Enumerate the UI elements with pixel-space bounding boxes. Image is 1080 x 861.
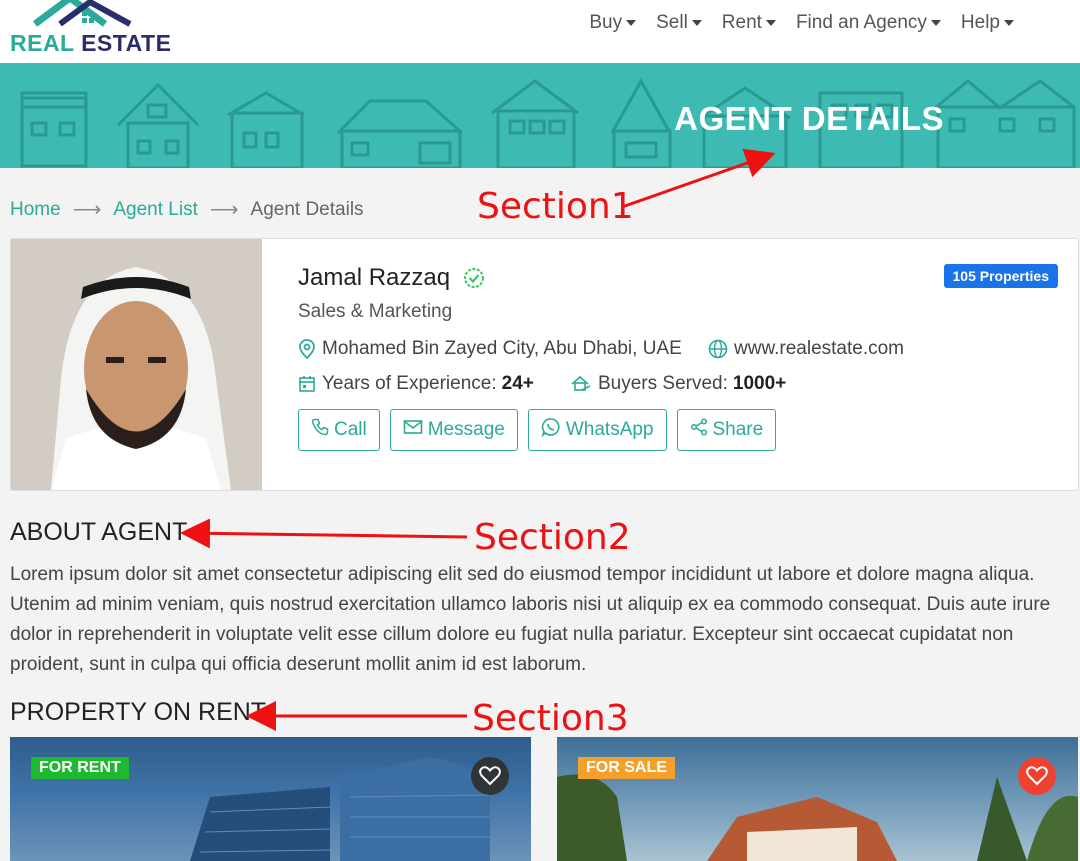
map-pin-icon — [298, 339, 316, 359]
property-image — [190, 757, 491, 861]
nav-item-buy[interactable]: Buy — [579, 12, 646, 34]
house-logo-icon — [32, 0, 132, 27]
caret-down-icon — [765, 20, 776, 26]
for-sale-badge: FOR SALE — [578, 757, 675, 779]
for-rent-badge: FOR RENT — [31, 757, 129, 779]
nav-item-sell[interactable]: Sell — [646, 12, 712, 34]
message-button[interactable]: Message — [389, 409, 518, 451]
agent-website[interactable]: www.realestate.com — [708, 338, 904, 360]
nav-label: Find an Agency — [795, 12, 927, 33]
nav-label: Help — [960, 12, 1000, 33]
favorite-heart-button[interactable] — [1018, 757, 1056, 795]
envelope-icon — [403, 419, 423, 441]
annotation-section2: Section2 — [474, 517, 631, 558]
logo-word-estate: ESTATE — [81, 30, 172, 56]
favorite-heart-button[interactable] — [471, 757, 509, 795]
about-agent-heading: ABOUT AGENT — [10, 518, 188, 546]
banner-title: AGENT DETAILS — [674, 100, 944, 137]
whatsapp-icon — [541, 417, 561, 443]
property-card[interactable]: FOR SALE — [557, 737, 1078, 861]
agent-action-buttons: Call Message WhatsApp Share — [298, 409, 777, 451]
agent-name: Jamal Razzaq — [298, 264, 451, 291]
nav-item-help[interactable]: Help — [951, 12, 1024, 34]
heart-icon — [1026, 766, 1048, 786]
heart-icon — [479, 766, 501, 786]
caret-down-icon — [930, 20, 941, 26]
whatsapp-button[interactable]: WhatsApp — [527, 409, 667, 451]
nav-label: Sell — [656, 12, 688, 33]
agent-profile-card: Jamal Razzaq 105 Properties Sales & Mark… — [10, 238, 1079, 491]
annotation-arrow-2 — [180, 518, 468, 549]
message-label: Message — [427, 419, 505, 440]
caret-down-icon — [691, 20, 702, 26]
agent-location: Mohamed Bin Zayed City, Abu Dhabi, UAE — [298, 338, 708, 360]
nav-menu: Buy Sell Rent Find an Agency Help — [579, 12, 1024, 34]
caret-down-icon — [1004, 20, 1014, 26]
agent-experience: Years of Experience: 24+ — [298, 373, 570, 395]
breadcrumb-home-link[interactable]: Home — [10, 199, 61, 221]
breadcrumb-agent-list-link[interactable]: Agent List — [113, 199, 198, 221]
verified-check-icon — [464, 268, 484, 288]
property-on-rent-heading: PROPERTY ON RENT — [10, 698, 267, 726]
annotation-section3: Section3 — [472, 698, 629, 739]
agent-portrait-image — [11, 239, 262, 490]
agent-buyers-served: Buyers Served: 1000+ — [570, 373, 786, 395]
nav-label: Rent — [721, 12, 762, 33]
agent-location-text: Mohamed Bin Zayed City, Abu Dhabi, UAE — [322, 338, 682, 359]
about-agent-text: Lorem ipsum dolor sit amet consectetur a… — [10, 564, 1051, 675]
share-icon — [690, 418, 708, 442]
experience-label: Years of Experience: — [322, 373, 497, 394]
experience-value: 24+ — [501, 373, 534, 394]
arrow-right-icon: ⟶ — [72, 199, 102, 221]
annotation-section1: Section1 — [477, 186, 634, 227]
call-label: Call — [334, 419, 367, 440]
share-label: Share — [712, 419, 764, 440]
arrow-right-icon: ⟶ — [209, 199, 239, 221]
agent-role: Sales & Marketing — [298, 301, 453, 322]
nav-item-find-agency[interactable]: Find an Agency — [786, 12, 951, 34]
buyers-value: 1000+ — [732, 373, 787, 394]
property-image — [557, 774, 1078, 861]
nav-label: Buy — [589, 12, 623, 33]
call-button[interactable]: Call — [298, 409, 380, 451]
calendar-icon — [298, 375, 316, 393]
breadcrumb-current: Agent Details — [250, 198, 364, 220]
share-button[interactable]: Share — [676, 409, 777, 451]
agent-info-row-stats: Years of Experience: 24+ Buyers Served: … — [298, 373, 786, 395]
home-handshake-icon — [570, 375, 592, 393]
agent-info-row-location: Mohamed Bin Zayed City, Abu Dhabi, UAE w… — [298, 338, 904, 360]
breadcrumb: Home ⟶ Agent List ⟶ Agent Details — [10, 197, 364, 222]
buyers-label: Buyers Served: — [598, 373, 728, 394]
phone-icon — [311, 418, 329, 442]
property-card[interactable]: FOR RENT — [10, 737, 531, 861]
logo-word-real: REAL — [10, 30, 75, 56]
caret-down-icon — [626, 20, 637, 26]
properties-count-badge[interactable]: 105 Properties — [943, 264, 1058, 288]
page-banner: AGENT DETAILS — [0, 63, 1080, 168]
whatsapp-label: WhatsApp — [565, 419, 654, 440]
nav-item-rent[interactable]: Rent — [712, 12, 786, 34]
logo-text: REAL ESTATE — [10, 30, 171, 57]
agent-website-text: www.realestate.com — [734, 338, 905, 359]
globe-icon — [708, 339, 728, 359]
top-navbar: REAL ESTATE Buy Sell Rent Find an Agency… — [0, 0, 1080, 63]
agent-photo — [11, 239, 262, 490]
site-logo[interactable]: REAL ESTATE — [10, 0, 171, 57]
